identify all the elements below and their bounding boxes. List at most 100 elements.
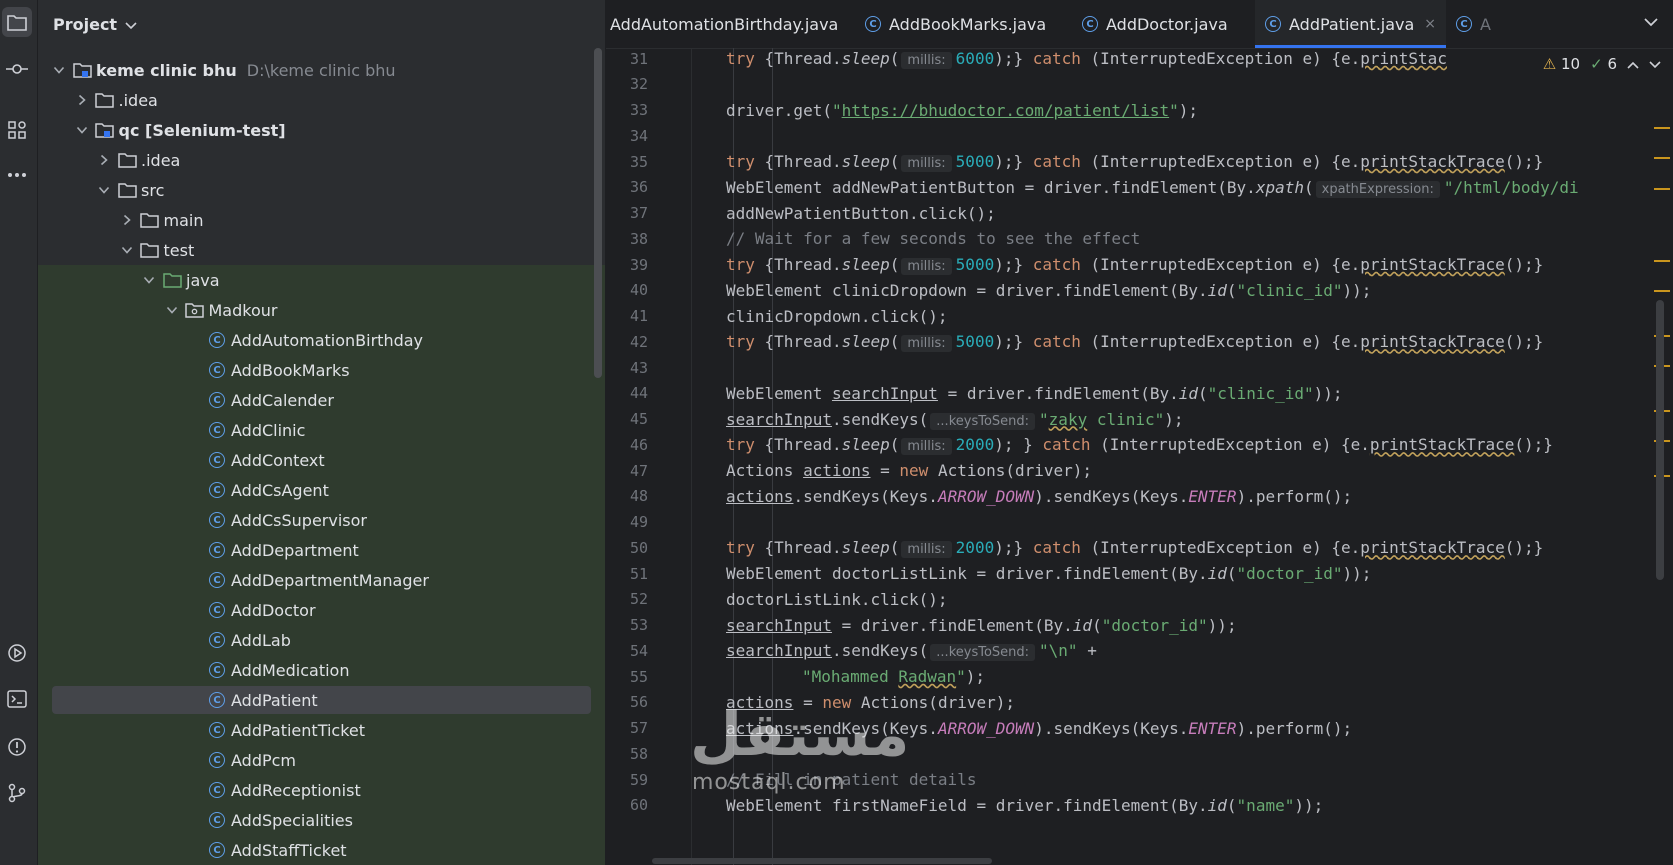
tree-item-folder[interactable]: .idea [38, 85, 605, 115]
git-branch-icon[interactable] [2, 778, 32, 808]
code-token: )); [1342, 280, 1372, 300]
project-scrollbar[interactable] [594, 48, 602, 378]
tree-item-class[interactable]: C AddLab [38, 625, 605, 655]
commit-icon[interactable] [2, 54, 32, 84]
code-line[interactable]: 34 [606, 122, 1673, 149]
tree-item-folder[interactable]: test [38, 235, 605, 265]
line-number: 52 [629, 590, 648, 609]
code-line[interactable]: 45 searchInput.sendKeys(...keysToSend: "za… [606, 406, 1673, 433]
code-line[interactable]: 32 [606, 71, 1673, 98]
structure-icon[interactable] [2, 115, 32, 145]
code-line[interactable]: 52 doctorListLink.click(); [606, 586, 1673, 613]
code-line[interactable]: 39 try {Thread.sleep(millis: 5000);} catch… [606, 251, 1673, 278]
code-line[interactable]: 43 [606, 354, 1673, 381]
tree-item-class[interactable]: C AddPatient [38, 685, 605, 715]
code-line[interactable]: 38 // Wait for a few seconds to see the e… [606, 225, 1673, 252]
expand-down-arrow-icon[interactable] [165, 306, 179, 314]
tree-item-class[interactable]: C AddDepartmentManager [38, 565, 605, 595]
error-stripe-mark[interactable] [1654, 290, 1670, 292]
java-class-icon: C [207, 450, 227, 470]
tree-item-folder[interactable]: java [38, 265, 605, 295]
code-line[interactable]: 31 try {Thread.sleep(millis: 6000);} catch… [606, 45, 1673, 72]
expand-down-arrow-icon[interactable] [97, 186, 111, 194]
code-token: );} [994, 255, 1033, 274]
inspection-widget[interactable]: ⚠ 10 ✓ 6 [1536, 50, 1673, 78]
code-token: ( [889, 152, 900, 171]
more-tools-icon[interactable] [2, 160, 32, 190]
tree-item-folder[interactable]: .idea [38, 145, 605, 175]
code-line[interactable]: 40 WebElement clinicDropdown = driver.fin… [606, 277, 1673, 304]
tree-item-class[interactable]: C AddStaffTicket [38, 835, 605, 865]
tree-item-class[interactable]: C AddContext [38, 445, 605, 475]
expand-down-arrow-icon[interactable] [142, 276, 156, 284]
expand-down-arrow-icon[interactable] [75, 126, 89, 134]
tree-item-class[interactable]: C AddBookMarks [38, 355, 605, 385]
project-tool-folder-icon[interactable] [2, 7, 32, 37]
previous-highlight-icon[interactable] [1627, 55, 1639, 73]
code-line[interactable]: 47 Actions actions = new Actions(driver); [606, 457, 1673, 484]
code-line[interactable]: 51 WebElement doctorListLink = driver.fin… [606, 560, 1673, 587]
code-line[interactable]: 54 searchInput.sendKeys(...keysToSend: "\n… [606, 637, 1673, 664]
code-line[interactable]: 37 addNewPatientButton.click(); [606, 200, 1673, 227]
next-highlight-icon[interactable] [1649, 55, 1661, 73]
expand-right-arrow-icon[interactable] [97, 154, 111, 166]
code-line[interactable]: 49 [606, 509, 1673, 536]
editor-tab[interactable]: C AddPatient.java × [1255, 0, 1447, 48]
tree-item-class[interactable]: C AddClinic [38, 415, 605, 445]
editor-vertical-scrollbar[interactable] [1656, 300, 1664, 580]
code-line[interactable]: 46 try {Thread.sleep(millis: 2000); } catc… [606, 431, 1673, 458]
editor-tab[interactable]: C AddBookMarks.java [865, 0, 1046, 48]
error-stripe-mark[interactable] [1654, 127, 1670, 129]
error-stripe-mark[interactable] [1654, 188, 1670, 190]
tree-item-folder[interactable]: Madkour [38, 295, 605, 325]
code-line[interactable]: 53 searchInput = driver.findElement(By.id… [606, 612, 1673, 639]
error-stripe-mark[interactable] [1654, 157, 1670, 159]
editor-horizontal-scrollbar[interactable] [652, 858, 992, 864]
code-line[interactable]: 41 clinicDropdown.click(); [606, 303, 1673, 330]
tree-item-folder[interactable]: qc [Selenium-test] [38, 115, 605, 145]
weak-warning-count[interactable]: ✓ 6 [1590, 55, 1617, 73]
expand-down-arrow-icon[interactable] [120, 246, 134, 254]
tree-item-class[interactable]: C AddCsAgent [38, 475, 605, 505]
tree-item-class[interactable]: C AddDoctor [38, 595, 605, 625]
tab-list-chevron-icon[interactable] [1644, 12, 1658, 31]
tree-item-class[interactable]: C AddSpecialities [38, 805, 605, 835]
terminal-icon[interactable] [2, 684, 32, 714]
java-class-icon: C [1456, 16, 1472, 32]
tree-item-class[interactable]: C AddCalender [38, 385, 605, 415]
code-line[interactable]: 35 try {Thread.sleep(millis: 5000);} catch… [606, 148, 1673, 175]
code-line[interactable]: 55 "Mohammed Radwan"); [606, 663, 1673, 690]
expand-down-arrow-icon[interactable] [52, 66, 66, 74]
tree-item-folder[interactable]: keme clinic bhu D:\keme clinic bhu [38, 55, 605, 85]
editor-tab-label: AddBookMarks.java [889, 14, 1047, 34]
warning-count[interactable]: ⚠ 10 [1543, 55, 1580, 73]
tree-item-folder[interactable]: src [38, 175, 605, 205]
editor-tab[interactable]: C AddDoctor.java [1082, 0, 1228, 48]
tree-item-class[interactable]: C AddCsSupervisor [38, 505, 605, 535]
project-panel-header[interactable]: Project [53, 10, 137, 38]
editor-tab[interactable]: CA [1456, 0, 1491, 48]
tree-item-class[interactable]: C AddMedication [38, 655, 605, 685]
tree-item-class[interactable]: C AddPatientTicket [38, 715, 605, 745]
expand-right-arrow-icon[interactable] [75, 94, 89, 106]
tree-item-class[interactable]: C AddReceptionist [38, 775, 605, 805]
code-line[interactable]: 36 WebElement addNewPatientButton = drive… [606, 174, 1673, 201]
problems-icon[interactable] [2, 732, 32, 762]
code-line[interactable]: 50 try {Thread.sleep(millis: 2000);} catch… [606, 534, 1673, 561]
tree-item-class[interactable]: C AddDepartment [38, 535, 605, 565]
code-token: "Mohammed [802, 667, 899, 686]
code-line[interactable]: 42 try {Thread.sleep(millis: 5000);} catch… [606, 328, 1673, 355]
tree-item-class[interactable]: C AddAutomationBirthday [38, 325, 605, 355]
services-run-icon[interactable] [2, 638, 32, 668]
tree-item-class[interactable]: C AddPcm [38, 745, 605, 775]
editor-tab[interactable]: CAddAutomationBirthday.java [606, 0, 838, 48]
mostaql-watermark-logo: مستقل mostaql.com [690, 700, 911, 795]
close-tab-icon[interactable]: × [1424, 16, 1436, 32]
code-line[interactable]: 33 driver.get("https://bhudoctor.com/pati… [606, 97, 1673, 124]
code-token: searchInput [831, 383, 938, 403]
tree-item-folder[interactable]: main [38, 205, 605, 235]
error-stripe-mark[interactable] [1654, 260, 1670, 262]
code-line[interactable]: 44 WebElement searchInput = driver.findEl… [606, 380, 1673, 407]
expand-right-arrow-icon[interactable] [120, 214, 134, 226]
code-line[interactable]: 48 actions.sendKeys(Keys.ARROW_DOWN).send… [606, 483, 1673, 510]
